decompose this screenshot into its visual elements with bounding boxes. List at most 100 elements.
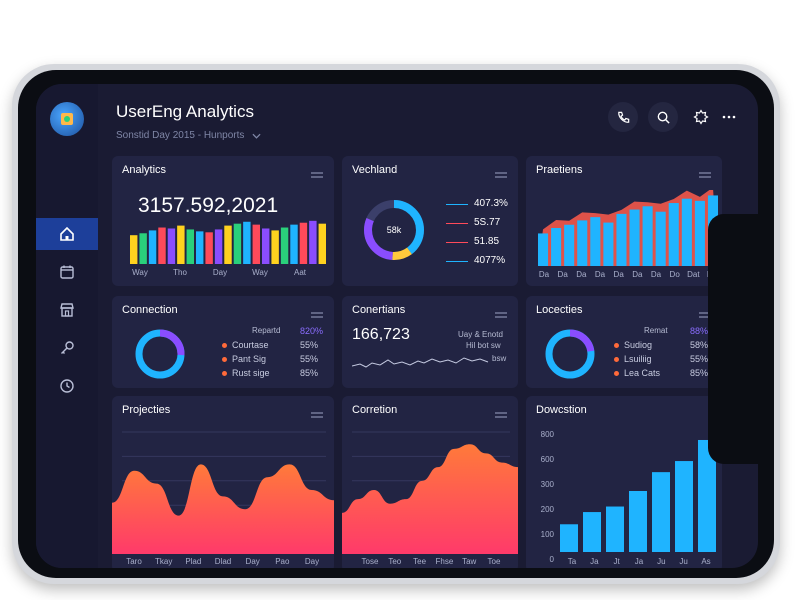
conertians-note-3: bsw — [492, 354, 507, 363]
analytics-bar — [148, 230, 157, 264]
locecties-card[interactable]: Locecties Remat 88% Sudiog 58% Lsuiliig 55%… — [526, 296, 722, 388]
connection-donut-chart — [135, 329, 185, 379]
x-axis-tick-label: Taw — [462, 557, 477, 566]
analytics-bar — [214, 229, 223, 264]
app-logo[interactable] — [50, 102, 84, 136]
analytics-bar — [299, 222, 308, 264]
tablet-bezel: UserEng Analytics Sonstid Day 2015 - Hun… — [18, 70, 774, 578]
x-axis-tick-label: Da — [650, 270, 662, 279]
sidebar-item-key[interactable] — [36, 332, 98, 364]
area-series — [112, 464, 334, 554]
x-axis-tick-label: Way — [252, 268, 268, 277]
date-range-selector[interactable]: Sonstid Day 2015 - Hunports — [116, 130, 261, 141]
menu-lines-icon — [495, 172, 507, 178]
legend-value: 55% — [690, 354, 709, 364]
analytics-bar — [318, 223, 326, 264]
more-options-button[interactable] — [716, 104, 742, 130]
legend-value: 85% — [300, 368, 319, 378]
settings-button[interactable] — [688, 104, 714, 130]
menu-lines-icon — [311, 172, 323, 178]
y-axis-tick-label: 100 — [540, 530, 554, 539]
legend-line — [446, 223, 468, 224]
praetiens-bar — [551, 228, 562, 266]
more-icon — [722, 115, 736, 119]
x-axis-tick-label: Da — [632, 270, 643, 279]
x-axis-tick-label: Plad — [185, 557, 202, 566]
dowcstion-bar — [560, 524, 578, 552]
praetiens-bar — [538, 233, 549, 266]
legend-label: Sudiog — [624, 340, 653, 350]
dowcstion-card[interactable]: Dowcstion 800 600 300 200 100 0 Ta Ja Jt Ja Ju Ju A… — [526, 396, 722, 568]
phone-button[interactable] — [608, 102, 638, 132]
conertians-card-title: Conertians — [352, 304, 406, 316]
vechland-card[interactable]: Vechland 58k 407.3% 5S.77 51.85 4077% — [342, 156, 518, 286]
praetiens-bar — [629, 209, 640, 266]
praetiens-bar — [603, 222, 614, 266]
analytics-total: 3157.592,2021 — [138, 194, 279, 217]
tablet-device: UserEng Analytics Sonstid Day 2015 - Hun… — [12, 64, 780, 584]
card-menu-button[interactable] — [310, 306, 324, 318]
analytics-bar — [158, 227, 166, 264]
clock-icon — [60, 379, 74, 393]
card-menu-button[interactable] — [698, 166, 712, 178]
legend-label: Lea Cats — [624, 368, 661, 378]
card-menu-button[interactable] — [494, 306, 508, 318]
sidebar — [36, 84, 98, 568]
menu-lines-icon — [311, 312, 323, 318]
x-axis-tick-label: Da — [538, 270, 550, 279]
card-menu-button[interactable] — [494, 166, 508, 178]
vechland-center-label: 58k — [386, 225, 402, 235]
analytics-bar — [177, 225, 185, 264]
y-axis-tick-label: 300 — [540, 480, 554, 489]
legend-value: 55% — [300, 354, 319, 364]
x-axis-tick-label: Fhse — [435, 557, 454, 566]
x-axis-tick-label: Day — [245, 557, 260, 566]
sidebar-item-calendar[interactable] — [36, 256, 98, 288]
menu-lines-icon — [699, 172, 711, 178]
x-axis-tick-label: Pao — [275, 557, 290, 566]
x-axis-tick-label: Tho — [173, 268, 187, 277]
legend-value: 58% — [690, 340, 709, 350]
corretion-card[interactable]: Corretion Tose Teo Tee Fhse Taw Toe — [342, 396, 518, 568]
connection-card[interactable]: Connection Repartd 820% Courtase 55% Pant … — [112, 296, 334, 388]
x-axis-tick-label: Day — [304, 557, 320, 566]
area-series — [342, 444, 518, 554]
analytics-bar — [186, 229, 194, 264]
legend-value: 51.85 — [474, 236, 500, 247]
praetiens-bar — [668, 203, 679, 266]
legend-label: Courtase — [232, 340, 269, 350]
analytics-bar — [252, 224, 260, 264]
x-axis-tick-label: Dlad — [214, 557, 232, 566]
conertians-card[interactable]: Conertians 166,723 Uay & Enotd Hil bot s… — [342, 296, 518, 388]
analytics-bar — [233, 223, 242, 264]
praetiens-card[interactable]: Praetiens DaDaDaDaDaDaDaDoDatDo — [526, 156, 722, 286]
card-menu-button[interactable] — [310, 166, 324, 178]
x-axis-tick-label: Da — [576, 270, 587, 279]
card-menu-button[interactable] — [310, 406, 324, 418]
analytics-card[interactable]: Analytics 3157.592,2021 Way Tho Day Way Aat — [112, 156, 334, 286]
analytics-bar — [280, 227, 289, 264]
app-title: UserEng Analytics — [116, 102, 254, 121]
analytics-bar-chart — [130, 220, 326, 264]
x-axis-tick-label: Da — [613, 270, 624, 279]
sidebar-item-clock[interactable] — [36, 370, 98, 402]
card-menu-button[interactable] — [494, 406, 508, 418]
analytics-bar — [290, 224, 298, 264]
legend-label: Rust sige — [232, 368, 270, 378]
dowcstion-bar — [606, 506, 624, 552]
y-axis-tick-label: 0 — [549, 555, 554, 564]
x-axis-tick-label: As — [701, 557, 711, 566]
logo-icon — [61, 113, 73, 125]
praetiens-card-title: Praetiens — [536, 164, 583, 176]
legend-dot — [614, 342, 619, 348]
home-icon — [60, 226, 74, 241]
calendar-icon — [60, 265, 74, 279]
x-axis-tick-label: Tose — [361, 557, 379, 566]
projecties-card[interactable]: Projecties Taro Tkay Plad Dlad Day Pao Day — [112, 396, 334, 568]
sidebar-item-store[interactable] — [36, 294, 98, 326]
search-button[interactable] — [648, 102, 678, 132]
x-axis-tick-label: Da — [557, 270, 568, 279]
analytics-bar — [262, 228, 270, 264]
dowcstion-bar — [675, 461, 693, 552]
sidebar-item-home[interactable] — [36, 218, 98, 250]
